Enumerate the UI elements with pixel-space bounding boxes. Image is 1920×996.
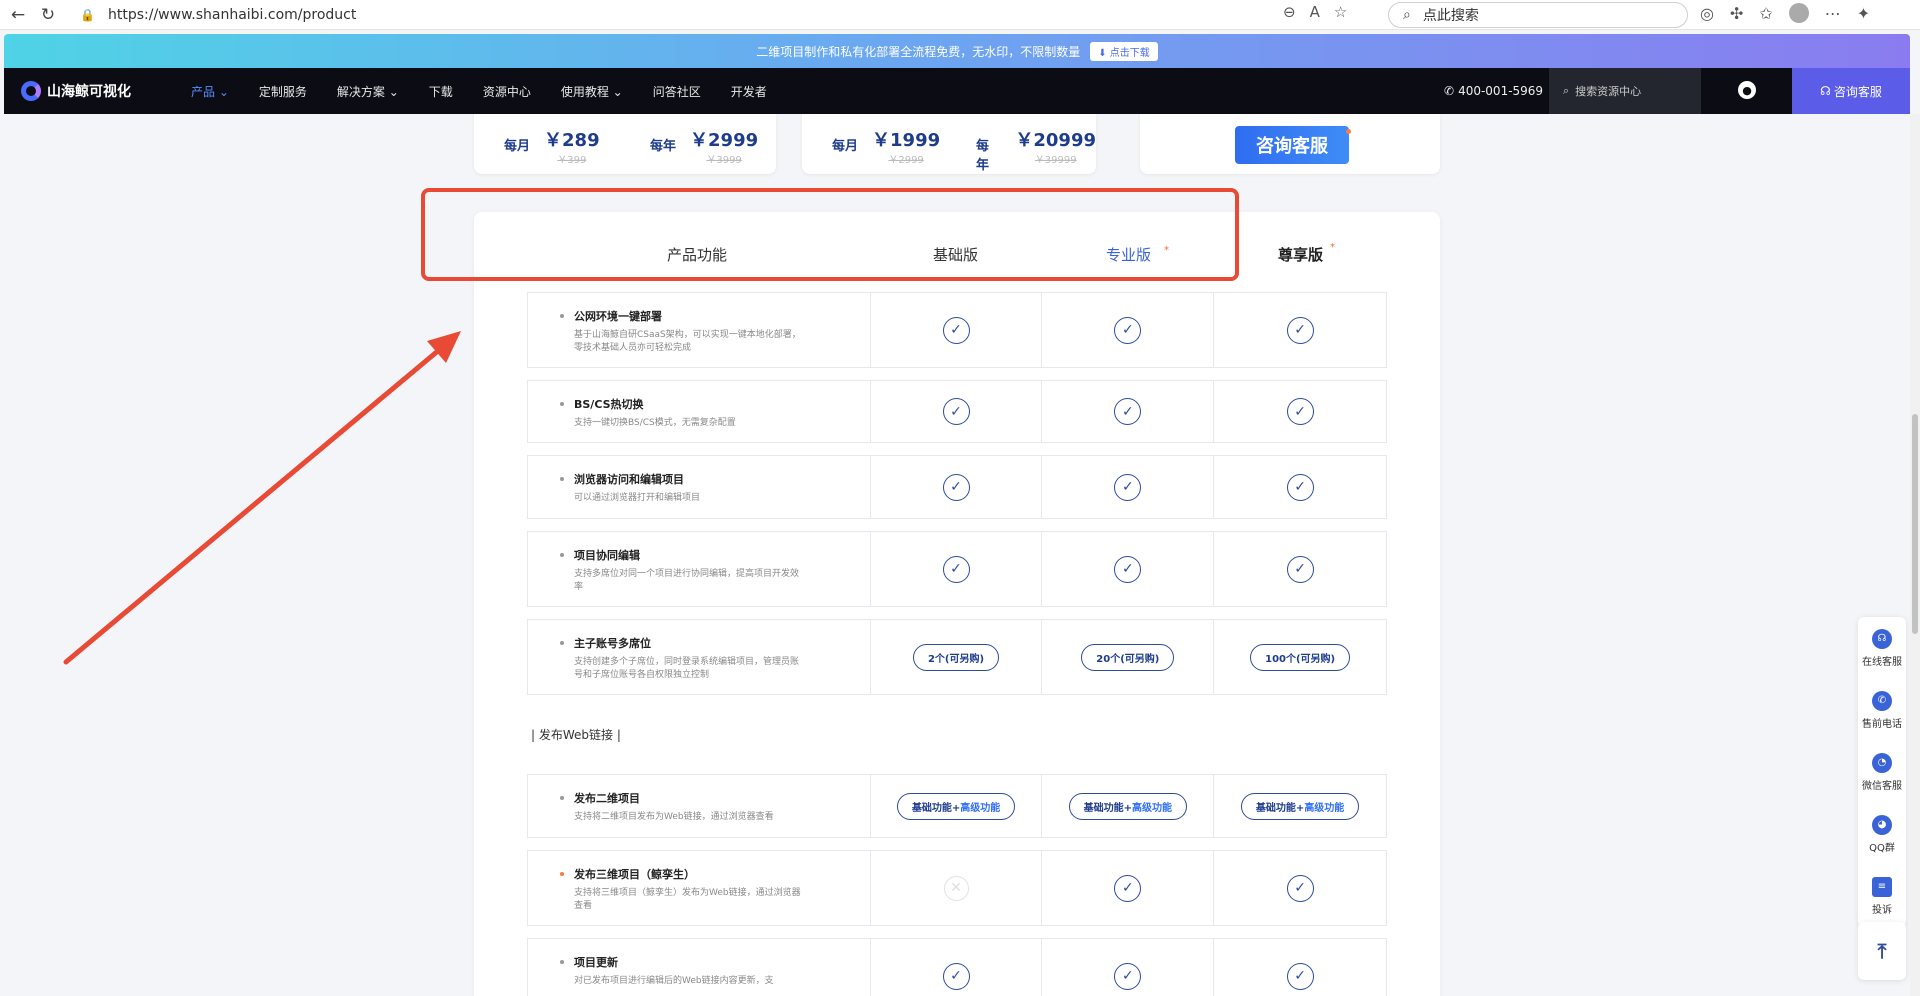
headset-icon: ☊ xyxy=(1872,628,1892,649)
phone-icon: ✆ xyxy=(1872,690,1892,711)
annotation-arrow-icon xyxy=(63,331,461,665)
wechat-icon: ◔ xyxy=(1872,752,1892,773)
document-icon: ≡ xyxy=(1872,876,1892,897)
complaint-button[interactable]: ≡ 投诉 xyxy=(1858,865,1906,927)
floating-service-bar: ☊ 在线客服 ✆ 售前电话 ◔ 微信客服 ◕ QQ群 ≡ 投诉 xyxy=(1858,617,1906,927)
presales-phone-button[interactable]: ✆ 售前电话 xyxy=(1858,679,1906,741)
scrollbar-thumb[interactable] xyxy=(1912,414,1918,634)
wechat-service-button[interactable]: ◔ 微信客服 xyxy=(1858,741,1906,803)
qq-icon: ◕ xyxy=(1872,814,1892,835)
page-scrollbar[interactable] xyxy=(1910,114,1920,996)
arrow-up-icon: ⤒ xyxy=(1877,939,1887,963)
qq-group-button[interactable]: ◕ QQ群 xyxy=(1858,803,1906,865)
back-to-top-button[interactable]: ⤒ xyxy=(1858,922,1906,980)
online-service-button[interactable]: ☊ 在线客服 xyxy=(1858,617,1906,679)
